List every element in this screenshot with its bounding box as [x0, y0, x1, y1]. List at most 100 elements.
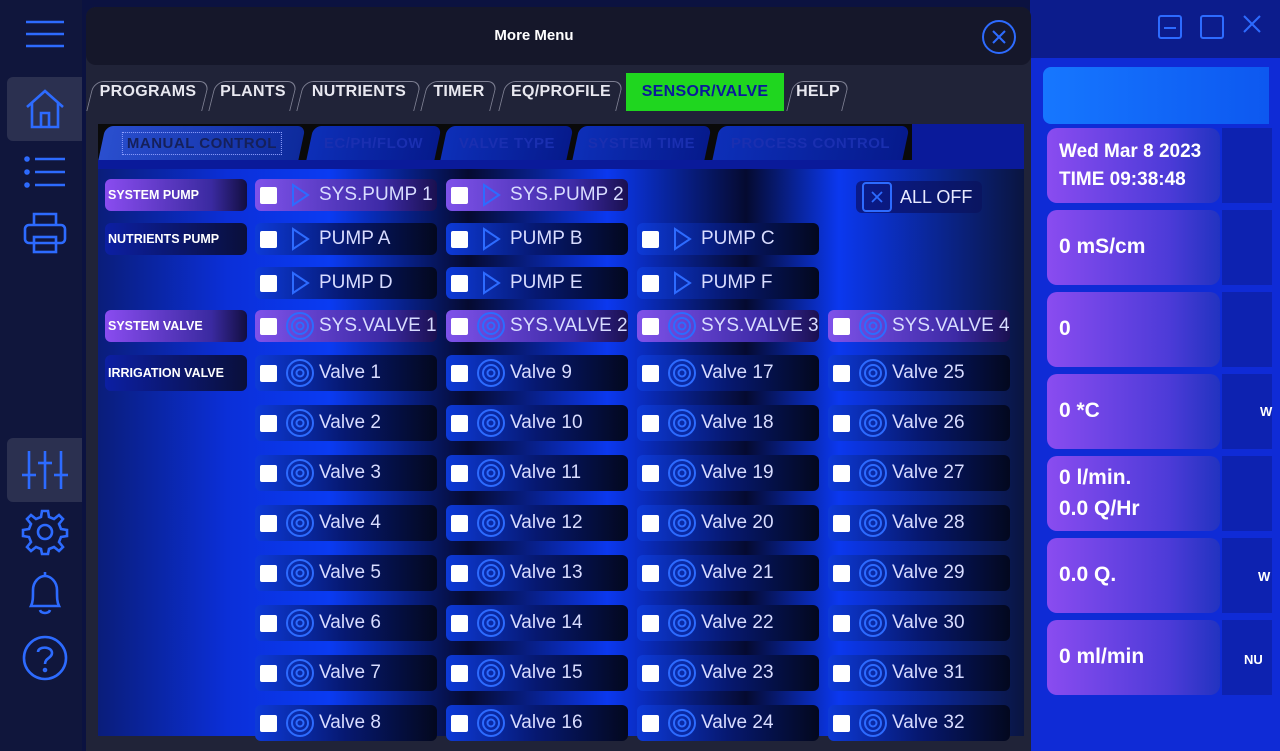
close-modal-button[interactable] — [982, 20, 1016, 54]
checkbox[interactable] — [451, 274, 468, 292]
tab-sensor-valve[interactable]: SENSOR/VALVE — [626, 73, 784, 111]
checkbox[interactable] — [260, 664, 277, 682]
irrigation-valve-control[interactable]: Valve 29 — [828, 555, 1010, 591]
irrigation-valve-control[interactable]: Valve 6 — [255, 605, 437, 641]
checkbox[interactable] — [260, 230, 277, 248]
checkbox[interactable] — [451, 664, 468, 682]
irrigation-valve-control[interactable]: Valve 3 — [255, 455, 437, 491]
irrigation-valve-control[interactable]: Valve 30 — [828, 605, 1010, 641]
checkbox[interactable] — [642, 514, 659, 532]
irrigation-valve-control[interactable]: Valve 31 — [828, 655, 1010, 691]
system-valve-control[interactable]: SYS.VALVE 1 — [255, 310, 437, 342]
irrigation-valve-control[interactable]: Valve 10 — [446, 405, 628, 441]
menu-button[interactable] — [7, 2, 82, 66]
checkbox[interactable] — [833, 464, 850, 482]
checkbox[interactable] — [642, 714, 659, 732]
irrigation-valve-control[interactable]: Valve 12 — [446, 505, 628, 541]
irrigation-valve-control[interactable]: Valve 4 — [255, 505, 437, 541]
irrigation-valve-control[interactable]: Valve 24 — [637, 705, 819, 741]
irrigation-valve-control[interactable]: Valve 28 — [828, 505, 1010, 541]
irrigation-valve-control[interactable]: Valve 13 — [446, 555, 628, 591]
irrigation-valve-control[interactable]: Valve 8 — [255, 705, 437, 741]
irrigation-valve-control[interactable]: Valve 1 — [255, 355, 437, 391]
home-button[interactable] — [7, 77, 82, 141]
checkbox[interactable] — [451, 364, 468, 382]
all-off-button[interactable]: ALL OFF — [856, 181, 982, 213]
checkbox[interactable] — [451, 317, 468, 335]
checkbox[interactable] — [451, 230, 468, 248]
nutrient-pump-control[interactable]: PUMP B — [446, 223, 628, 255]
checkbox[interactable] — [260, 614, 277, 632]
nutrient-pump-control[interactable]: PUMP C — [637, 223, 819, 255]
checkbox[interactable] — [260, 464, 277, 482]
checkbox[interactable] — [451, 514, 468, 532]
tab-eq-profile[interactable]: EQ/PROFILE — [502, 73, 620, 111]
system-valve-control[interactable]: SYS.VALVE 4 — [828, 310, 1010, 342]
subtab-manual-control[interactable]: MANUAL CONTROL — [98, 126, 306, 160]
checkbox[interactable] — [642, 664, 659, 682]
checkbox[interactable] — [451, 614, 468, 632]
checkbox[interactable] — [833, 414, 850, 432]
checkbox[interactable] — [260, 317, 277, 335]
checkbox[interactable] — [260, 714, 277, 732]
irrigation-valve-control[interactable]: Valve 11 — [446, 455, 628, 491]
irrigation-valve-control[interactable]: Valve 14 — [446, 605, 628, 641]
irrigation-valve-control[interactable]: Valve 23 — [637, 655, 819, 691]
print-button[interactable] — [7, 201, 82, 265]
checkbox[interactable] — [833, 564, 850, 582]
checkbox[interactable] — [642, 230, 659, 248]
checkbox[interactable] — [833, 614, 850, 632]
system-valve-control[interactable]: SYS.VALVE 3 — [637, 310, 819, 342]
checkbox[interactable] — [451, 714, 468, 732]
irrigation-valve-control[interactable]: Valve 17 — [637, 355, 819, 391]
irrigation-valve-control[interactable]: Valve 2 — [255, 405, 437, 441]
checkbox[interactable] — [833, 317, 850, 335]
irrigation-valve-control[interactable]: Valve 20 — [637, 505, 819, 541]
subtab-system-time[interactable]: SYSTEM TIME — [572, 126, 712, 160]
checkbox[interactable] — [260, 564, 277, 582]
maximize-icon[interactable] — [1200, 14, 1224, 39]
subtab-process-control[interactable]: PROCESS CONTROL — [712, 126, 910, 160]
checkbox[interactable] — [451, 414, 468, 432]
close-window-icon[interactable] — [1242, 14, 1262, 39]
gear-button[interactable] — [7, 500, 82, 564]
system-pump-control[interactable]: SYS.PUMP 2 — [446, 179, 628, 211]
subtab-ec-ph-flow[interactable]: EC/PH/FLOW — [306, 126, 442, 160]
system-valve-control[interactable]: SYS.VALVE 2 — [446, 310, 628, 342]
nutrient-pump-control[interactable]: PUMP E — [446, 267, 628, 299]
checkbox[interactable] — [642, 364, 659, 382]
minimize-icon[interactable] — [1158, 14, 1182, 39]
tab-help[interactable]: HELP — [790, 73, 846, 111]
irrigation-valve-control[interactable]: Valve 7 — [255, 655, 437, 691]
irrigation-valve-control[interactable]: Valve 21 — [637, 555, 819, 591]
checkbox[interactable] — [260, 186, 277, 204]
irrigation-valve-control[interactable]: Valve 27 — [828, 455, 1010, 491]
checkbox[interactable] — [451, 186, 468, 204]
checkbox[interactable] — [260, 414, 277, 432]
irrigation-valve-control[interactable]: Valve 16 — [446, 705, 628, 741]
irrigation-valve-control[interactable]: Valve 9 — [446, 355, 628, 391]
irrigation-valve-control[interactable]: Valve 25 — [828, 355, 1010, 391]
irrigation-valve-control[interactable]: Valve 15 — [446, 655, 628, 691]
nutrient-pump-control[interactable]: PUMP F — [637, 267, 819, 299]
irrigation-valve-control[interactable]: Valve 32 — [828, 705, 1010, 741]
checkbox[interactable] — [451, 564, 468, 582]
tab-nutrients[interactable]: NUTRIENTS — [300, 73, 418, 111]
help-button[interactable] — [7, 626, 82, 690]
tab-programs[interactable]: PROGRAMS — [90, 73, 206, 111]
list-button[interactable] — [7, 140, 82, 204]
irrigation-valve-control[interactable]: Valve 18 — [637, 405, 819, 441]
checkbox[interactable] — [833, 364, 850, 382]
bell-button[interactable] — [7, 562, 82, 626]
irrigation-valve-control[interactable]: Valve 26 — [828, 405, 1010, 441]
tab-plants[interactable]: PLANTS — [212, 73, 294, 111]
checkbox[interactable] — [642, 614, 659, 632]
checkbox[interactable] — [260, 274, 277, 292]
tab-timer[interactable]: TIMER — [424, 73, 494, 111]
checkbox[interactable] — [451, 464, 468, 482]
irrigation-valve-control[interactable]: Valve 5 — [255, 555, 437, 591]
checkbox[interactable] — [642, 414, 659, 432]
checkbox[interactable] — [642, 317, 659, 335]
checkbox[interactable] — [833, 714, 850, 732]
checkbox[interactable] — [833, 664, 850, 682]
